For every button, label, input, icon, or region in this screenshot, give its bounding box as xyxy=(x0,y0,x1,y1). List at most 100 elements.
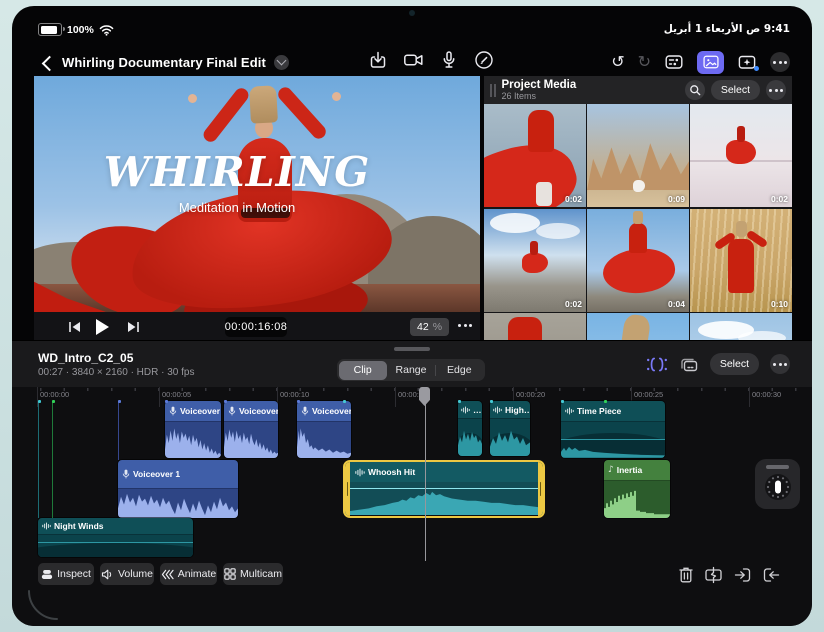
timeline-clip-inertia[interactable]: ♪ Inertia xyxy=(604,460,670,518)
trash-icon xyxy=(679,567,693,583)
timeline-clip-time-piece[interactable]: Time Piece xyxy=(561,401,665,458)
mic-icon xyxy=(301,406,309,416)
timeline-project-name: WD_Intro_C2_05 xyxy=(38,351,134,365)
jog-drag-handle[interactable] xyxy=(766,465,789,469)
media-thumbnail[interactable] xyxy=(587,313,689,340)
timeline-drag-handle[interactable] xyxy=(394,347,430,351)
zoom-level-control[interactable]: 42% xyxy=(410,318,450,336)
titles-effects-button[interactable] xyxy=(737,52,759,72)
chevron-down-icon xyxy=(276,55,287,66)
media-thumbnail[interactable]: 0:02 xyxy=(484,104,586,207)
multicam-button[interactable]: Multicam xyxy=(223,563,283,585)
timeline-more-button[interactable] xyxy=(770,354,790,374)
project-media-title: Project Media xyxy=(501,78,577,91)
media-thumbnail[interactable]: 0:09 xyxy=(587,104,689,207)
battery-icon xyxy=(38,23,65,36)
more-options-button[interactable] xyxy=(770,52,790,72)
viewer-overlay-subtitle: Meditation in Motion xyxy=(178,200,296,215)
ipad-screen: 100% 9:41 ص الأربعاء 1 أبريل Whirling Do… xyxy=(12,6,812,626)
timeline-clip-night-winds[interactable]: Night Winds xyxy=(38,518,193,557)
inspector-button[interactable] xyxy=(664,52,684,72)
search-icon xyxy=(689,85,701,96)
transport-bar: 00:00:16:08 42% xyxy=(34,312,480,342)
thumbnail-duration: 0:04 xyxy=(667,298,685,309)
media-browser-button-active[interactable] xyxy=(697,50,724,74)
redo-button[interactable]: ↻ xyxy=(638,54,651,70)
insert-clip-button[interactable] xyxy=(734,566,752,584)
blade-icon xyxy=(705,566,722,584)
timeline-clip-sfx-high[interactable]: High… xyxy=(490,401,530,456)
media-more-button[interactable] xyxy=(766,80,786,100)
playhead-line[interactable] xyxy=(424,387,426,561)
front-camera-dot xyxy=(409,10,415,16)
timeline-clip-sfx-short[interactable]: … xyxy=(458,401,482,456)
trim-handle-right[interactable] xyxy=(538,462,543,516)
media-thumbnail[interactable]: 0:02 xyxy=(690,104,792,207)
viewer-overlay-title: WHIRLING xyxy=(103,148,371,196)
jog-dial xyxy=(764,474,791,500)
pencil-draw-button[interactable] xyxy=(474,50,494,70)
waveform-icon xyxy=(565,407,574,415)
media-thumbnail[interactable] xyxy=(690,313,792,340)
timeline-clip-voiceover2a[interactable]: Voiceover 2 xyxy=(165,401,221,458)
animate-button[interactable]: Animate xyxy=(160,563,217,585)
mode-edge[interactable]: Edge xyxy=(435,361,483,380)
title-dropdown-button[interactable] xyxy=(273,54,289,70)
timeline-clip-voiceover2b[interactable]: Voiceover 2 xyxy=(224,401,278,458)
trim-handle-left[interactable] xyxy=(345,462,350,516)
wifi-icon xyxy=(99,24,114,36)
grid-icon xyxy=(224,568,236,580)
blade-button[interactable] xyxy=(704,566,723,584)
viewer-more-button[interactable] xyxy=(458,324,472,327)
timeline-project-info: 00:27 · 3840 × 2160 · HDR · 30 fps xyxy=(38,367,195,378)
volume-button[interactable]: Volume xyxy=(100,563,154,585)
waveform-icon xyxy=(42,522,51,530)
timeline-clip-voiceover3[interactable]: Voiceover 3 xyxy=(297,401,351,458)
overwrite-clip-button[interactable] xyxy=(762,566,780,584)
page-title: Whirling Documentary Final Edit xyxy=(62,54,266,70)
timeline-clip-voiceover1[interactable]: Voiceover 1 xyxy=(118,460,238,518)
camera-button[interactable] xyxy=(403,50,424,70)
jog-wheel[interactable] xyxy=(755,459,800,509)
timecode-display[interactable]: 00:00:16:08 xyxy=(225,317,287,337)
speaker-icon xyxy=(101,569,112,579)
snapping-button-active[interactable] xyxy=(646,356,668,373)
thumbnail-duration: 0:02 xyxy=(564,194,582,204)
microphone-button[interactable] xyxy=(439,50,459,70)
video-viewer: WHIRLING Meditation in Motion xyxy=(34,76,480,312)
import-media-button[interactable] xyxy=(368,50,388,70)
back-button[interactable] xyxy=(40,54,58,72)
media-thumbnail[interactable] xyxy=(484,313,586,340)
waveform-icon xyxy=(355,468,365,477)
media-thumbnail[interactable]: 0:04 xyxy=(587,208,689,312)
dervish-hand xyxy=(188,94,197,103)
mode-range[interactable]: Range xyxy=(387,361,435,380)
undo-button[interactable]: ↺ xyxy=(611,54,624,70)
play-button[interactable] xyxy=(94,318,110,336)
thumbnail-duration: 0:09 xyxy=(667,194,685,204)
search-button[interactable] xyxy=(684,80,705,100)
media-thumbnail[interactable]: 0:10 xyxy=(690,208,792,312)
mode-clip[interactable]: Clip xyxy=(338,360,387,380)
project-title-menu[interactable]: Whirling Documentary Final Edit xyxy=(62,51,289,73)
status-datetime: 9:41 ص الأربعاء 1 أبريل xyxy=(663,23,790,35)
inspect-button[interactable]: Inspect xyxy=(38,563,94,585)
dervish-hat xyxy=(249,85,278,124)
delete-button[interactable] xyxy=(678,566,694,584)
zoom-unit: % xyxy=(432,321,443,333)
mic-icon xyxy=(169,406,177,416)
media-select-button[interactable]: Select xyxy=(710,80,760,100)
media-thumbnail[interactable]: 0:02 xyxy=(484,208,586,312)
skip-forward-button[interactable] xyxy=(127,321,140,333)
dervish-arm xyxy=(275,84,329,142)
skip-back-button[interactable] xyxy=(68,321,81,333)
overlay-clips-button[interactable] xyxy=(679,356,699,373)
back-chevron-icon xyxy=(41,55,58,72)
panel-drag-handle[interactable] xyxy=(490,83,496,97)
project-media-header: Project Media 26 Items Select xyxy=(484,76,792,104)
timeline-ruler[interactable]: 00:00:00 00:00:05 00:00:10 00:00:15 00:0… xyxy=(12,387,812,409)
timeline-clip-whoosh-hit-selected[interactable]: Whoosh Hit xyxy=(343,460,545,518)
chevrons-icon xyxy=(161,569,174,579)
timeline-select-button[interactable]: Select xyxy=(709,353,759,375)
inspect-icon xyxy=(41,569,53,579)
